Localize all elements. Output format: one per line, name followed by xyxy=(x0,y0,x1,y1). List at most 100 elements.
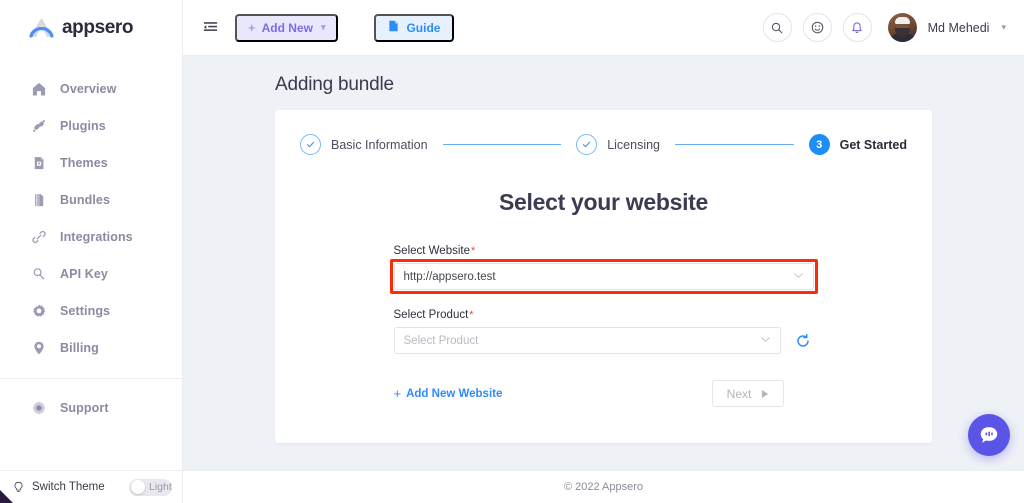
form-heading: Select your website xyxy=(498,189,709,215)
home-icon xyxy=(30,80,47,97)
switch-theme-label: Switch Theme xyxy=(32,481,105,493)
chevron-down-icon xyxy=(760,335,771,346)
next-button[interactable]: Next xyxy=(711,380,784,407)
plus-icon: + xyxy=(393,386,402,401)
guide-doc-icon xyxy=(388,20,399,35)
chat-bubble-icon[interactable] xyxy=(968,414,1010,456)
sidebar-item-bundles[interactable]: Bundles xyxy=(0,181,182,218)
sidebar-item-billing[interactable]: Billing xyxy=(0,329,182,366)
sidebar: appsero Overview Plugins Themes Bundles … xyxy=(0,0,183,503)
website-highlight-annotation: http://appsero.test xyxy=(389,259,818,294)
product-select[interactable]: Select Product xyxy=(393,327,781,354)
sidebar-nav: Overview Plugins Themes Bundles Integrat… xyxy=(0,56,182,470)
product-field-group: Select Product* Select Product xyxy=(393,309,814,354)
product-field-row: Select Product xyxy=(393,327,814,354)
bell-icon[interactable] xyxy=(842,13,872,42)
user-name[interactable]: Md Mehedi xyxy=(928,21,990,35)
themes-icon xyxy=(30,154,47,171)
step-licensing[interactable]: Licensing xyxy=(576,134,660,155)
next-label: Next xyxy=(726,386,752,401)
toggle-label: Light xyxy=(149,481,172,493)
plus-icon: + xyxy=(248,20,256,35)
main-area: + Add New ▾ Guide Md Mehedi ▾ Adding bun… xyxy=(183,0,1024,503)
guide-button[interactable]: Guide xyxy=(374,13,455,42)
bundles-icon xyxy=(30,191,47,208)
product-label-text: Select Product xyxy=(393,309,469,321)
refresh-icon[interactable] xyxy=(792,330,814,352)
stepper: Basic Information Licensing 3 Get Starte… xyxy=(275,110,932,155)
sidebar-item-api-key[interactable]: API Key xyxy=(0,255,182,292)
wizard-card: Basic Information Licensing 3 Get Starte… xyxy=(275,110,932,443)
chevron-down-icon: ▾ xyxy=(320,22,326,32)
add-new-button[interactable]: + Add New ▾ xyxy=(235,13,339,42)
plug-icon xyxy=(30,117,47,134)
app-root: appsero Overview Plugins Themes Bundles … xyxy=(0,0,1024,503)
support-block: Support xyxy=(0,379,182,426)
sidebar-item-label: Integrations xyxy=(60,229,133,244)
appsero-logo-icon xyxy=(28,16,55,40)
step-label: Basic Information xyxy=(331,137,428,152)
step-label: Licensing xyxy=(607,137,661,152)
sidebar-item-label: Overview xyxy=(60,81,117,96)
website-select-value: http://appsero.test xyxy=(403,270,496,283)
sidebar-item-overview[interactable]: Overview xyxy=(0,70,182,107)
step-check-icon xyxy=(576,134,598,155)
content-area: Adding bundle Basic Information Licensin… xyxy=(183,56,1024,470)
sidebar-item-label: Billing xyxy=(60,340,99,355)
form-actions: + Add New Website Next xyxy=(394,354,814,407)
sidebar-item-label: Settings xyxy=(60,303,111,318)
user-avatar[interactable] xyxy=(887,13,917,42)
search-icon[interactable] xyxy=(762,13,792,42)
add-new-website-label: Add New Website xyxy=(406,387,503,400)
step-number: 3 xyxy=(816,138,823,151)
key-icon xyxy=(30,265,47,282)
chevron-down-icon[interactable]: ▾ xyxy=(1001,22,1006,33)
website-field-group: Select Website* http://appsero.test xyxy=(389,245,818,294)
step-get-started[interactable]: 3 Get Started xyxy=(808,134,908,155)
gear-icon xyxy=(30,302,47,319)
product-field-label: Select Product* xyxy=(394,309,814,321)
chevron-down-icon xyxy=(793,271,804,282)
bulb-icon xyxy=(12,481,25,494)
theme-toggle[interactable]: Light xyxy=(129,478,172,496)
step-connector xyxy=(442,144,562,145)
switch-theme-row[interactable]: Switch Theme Light xyxy=(0,470,182,503)
sidebar-item-integrations[interactable]: Integrations xyxy=(0,218,182,255)
sidebar-item-plugins[interactable]: Plugins xyxy=(0,107,182,144)
step-number-badge: 3 xyxy=(808,134,830,155)
website-select[interactable]: http://appsero.test xyxy=(393,263,814,290)
step-check-icon xyxy=(300,134,321,155)
emoji-icon[interactable] xyxy=(802,13,832,42)
support-icon xyxy=(30,399,47,416)
product-select-placeholder: Select Product xyxy=(403,334,479,347)
website-label-text: Select Website xyxy=(393,245,471,257)
brand-name: appsero xyxy=(62,17,134,38)
step-connector xyxy=(675,144,794,145)
arrow-right-icon xyxy=(762,389,769,398)
sidebar-item-label: Support xyxy=(60,400,109,415)
sidebar-item-label: Plugins xyxy=(60,118,106,133)
toggle-knob xyxy=(131,480,145,494)
add-new-website-link[interactable]: + Add New Website xyxy=(394,386,503,401)
sidebar-item-label: API Key xyxy=(60,266,108,281)
required-mark: * xyxy=(471,245,476,257)
sidebar-item-label: Bundles xyxy=(60,192,111,207)
brand[interactable]: appsero xyxy=(0,0,182,56)
step-basic-information[interactable]: Basic Information xyxy=(300,134,428,155)
sidebar-item-label: Themes xyxy=(60,155,108,170)
footer-text: © 2022 Appsero xyxy=(563,481,644,493)
sidebar-item-settings[interactable]: Settings xyxy=(0,292,182,329)
sidebar-collapse-icon[interactable] xyxy=(199,17,221,39)
guide-label: Guide xyxy=(406,20,441,35)
website-field-label: Select Website* xyxy=(394,245,814,257)
billing-pin-icon xyxy=(30,339,47,356)
footer: © 2022 Appsero xyxy=(183,470,1024,503)
sidebar-item-support[interactable]: Support xyxy=(0,389,182,426)
form-body: Select Website* http://appsero.test Sele… xyxy=(389,216,818,407)
page-title: Adding bundle xyxy=(275,74,394,95)
step-label: Get Started xyxy=(839,137,908,152)
link-icon xyxy=(30,228,47,245)
topbar: + Add New ▾ Guide Md Mehedi ▾ xyxy=(183,0,1024,56)
sidebar-item-themes[interactable]: Themes xyxy=(0,144,182,181)
add-new-label: Add New xyxy=(261,20,313,35)
